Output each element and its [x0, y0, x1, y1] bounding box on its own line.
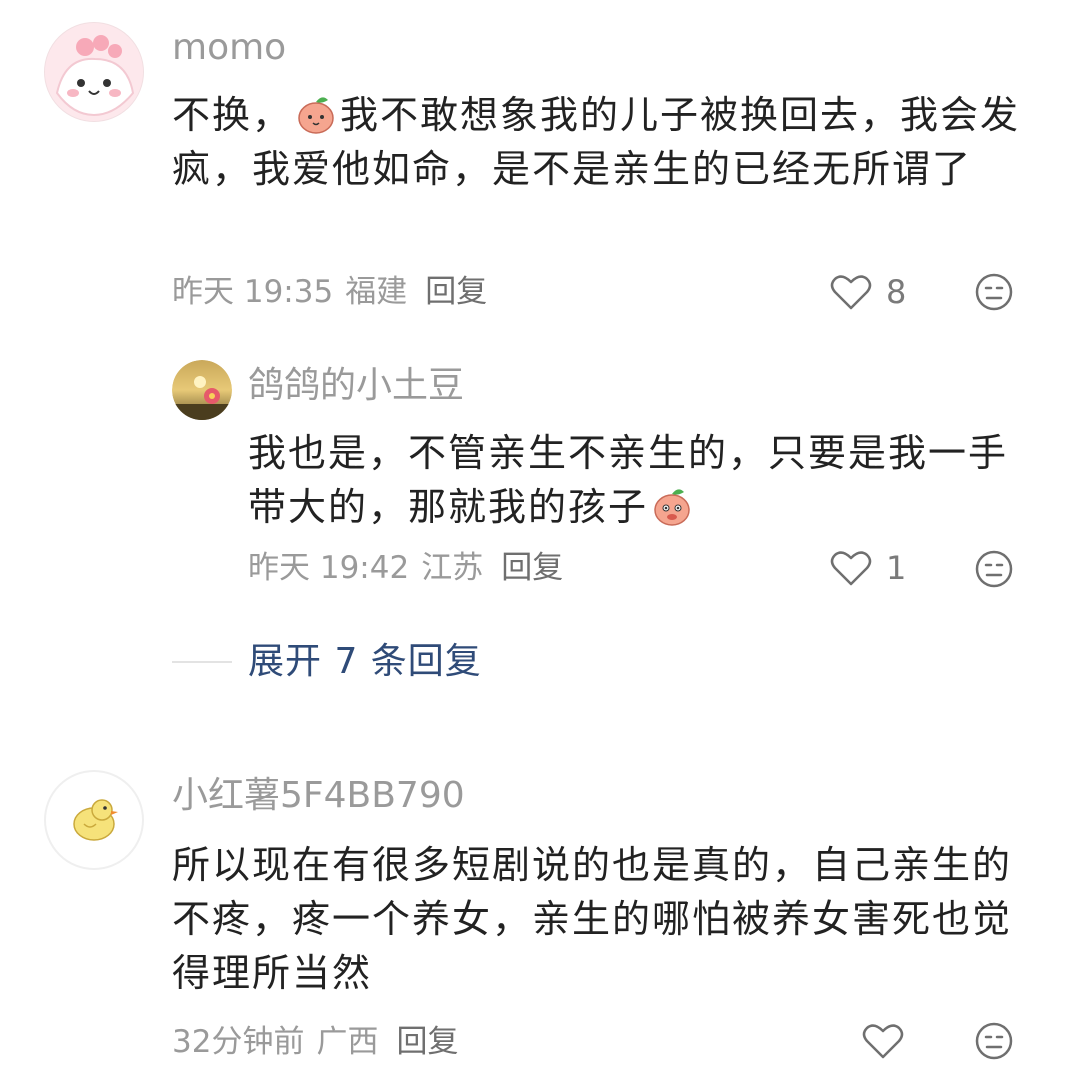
dislike-button[interactable]: [974, 272, 1014, 316]
expand-replies-label[interactable]: 展开 7 条回复: [248, 640, 482, 684]
dislike-button[interactable]: [974, 1021, 1014, 1065]
avatar[interactable]: [44, 22, 144, 122]
heart-outline-icon: [830, 551, 872, 586]
like-button[interactable]: 8: [830, 272, 906, 312]
reply-button[interactable]: 回复: [396, 1022, 458, 1062]
peach-sticker-icon: [654, 489, 690, 526]
reply-text-part: 我也是，不管亲生不亲生的，只要是我一手带大的，那就我的孩子: [248, 431, 1009, 529]
like-count: 1: [886, 549, 907, 587]
like-button[interactable]: [862, 1022, 904, 1060]
dislike-button[interactable]: [974, 549, 1014, 593]
divider: [172, 661, 232, 663]
comment-time: 昨天 19:35: [172, 274, 334, 310]
meh-face-icon: [975, 550, 1013, 588]
avatar[interactable]: [172, 360, 232, 420]
comment-location: 广西: [316, 1024, 379, 1060]
heart-outline-icon: [830, 275, 872, 310]
like-button[interactable]: 1: [830, 548, 906, 588]
comment-time: 32分钟前: [172, 1024, 305, 1060]
comment-meta: 昨天 19:35 福建 回复: [172, 272, 487, 312]
like-count: 8: [886, 273, 907, 311]
comment-username[interactable]: momo: [172, 28, 286, 68]
comment-username[interactable]: 小红薯5F4BB790: [172, 776, 465, 816]
comment-text-part: 不换，: [172, 93, 293, 137]
comment-text: 不换， 我不敢想象我的儿子被换回去，我会发疯，我爱他如命，是不是亲生的已经无所谓…: [172, 88, 1032, 196]
peach-sticker-icon: [298, 97, 334, 134]
reply-button[interactable]: 回复: [425, 272, 487, 312]
reply-button[interactable]: 回复: [501, 548, 563, 588]
comment-location: 福建: [345, 274, 408, 310]
pink-cat-avatar-icon: [45, 23, 143, 121]
comment-text: 所以现在有很多短剧说的也是真的，自己亲生的不疼，疼一个养女，亲生的哪怕被养女害死…: [172, 843, 1013, 995]
meh-face-icon: [975, 1022, 1013, 1060]
reply-username[interactable]: 鸽鸽的小土豆: [248, 366, 464, 406]
meh-face-icon: [975, 273, 1013, 311]
sunset-flower-avatar-icon: [172, 360, 232, 420]
comment-meta: 32分钟前 广西 回复: [172, 1022, 458, 1062]
chick-avatar-icon: [73, 799, 118, 841]
reply-time: 昨天 19:42: [248, 550, 410, 586]
reply-location: 江苏: [421, 550, 484, 586]
avatar[interactable]: [44, 770, 144, 870]
reply-meta: 昨天 19:42 江苏 回复: [248, 548, 563, 588]
reply-text: 我也是，不管亲生不亲生的，只要是我一手带大的，那就我的孩子: [248, 426, 1038, 534]
heart-outline-icon: [862, 1024, 904, 1059]
expand-replies[interactable]: 展开 7 条回复: [172, 640, 482, 684]
